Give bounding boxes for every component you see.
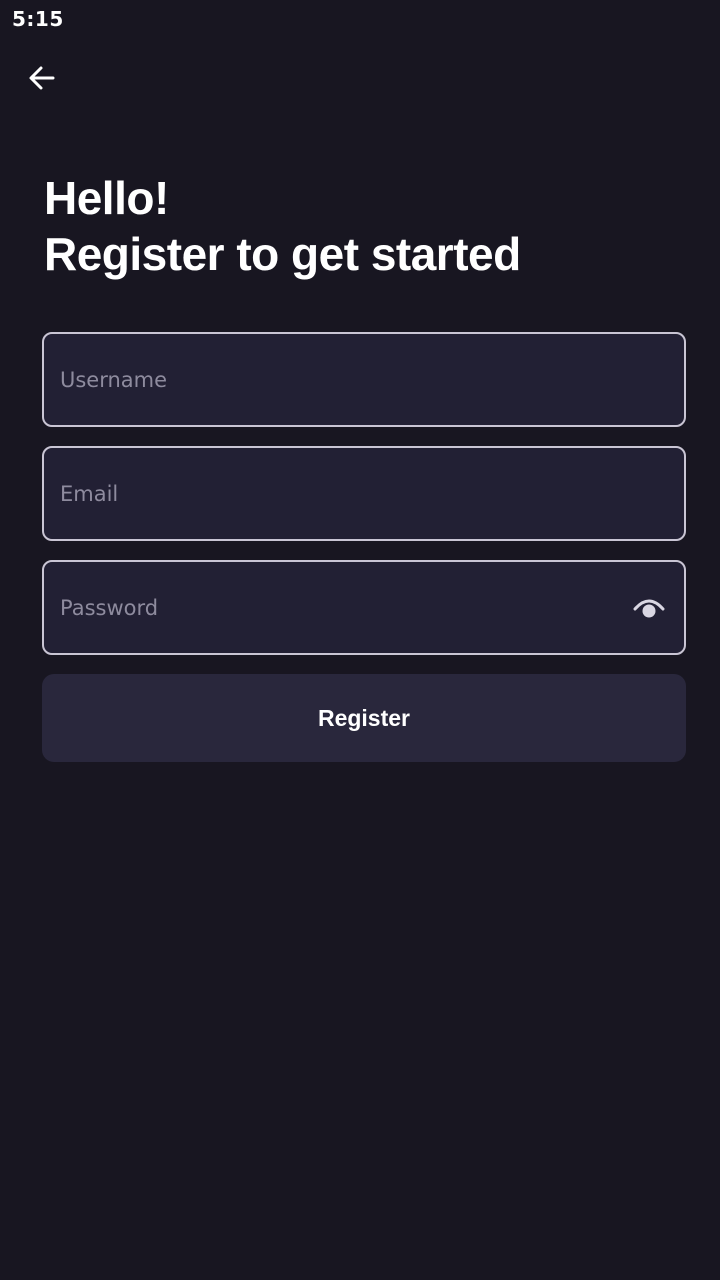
password-field[interactable] [42, 560, 686, 655]
username-field[interactable] [42, 332, 686, 427]
title-line-greeting: Hello! [44, 172, 169, 224]
password-visibility-toggle[interactable] [632, 592, 666, 622]
status-bar: 5:15 [0, 0, 720, 40]
register-button[interactable]: Register [42, 674, 686, 762]
email-input[interactable] [44, 448, 684, 539]
email-field[interactable] [42, 446, 686, 541]
title-line-subtitle: Register to get started [44, 228, 521, 280]
arrow-left-icon [29, 66, 55, 90]
back-button[interactable] [22, 58, 62, 98]
status-time: 5:15 [12, 7, 64, 31]
password-input[interactable] [44, 562, 684, 653]
username-input[interactable] [44, 334, 684, 425]
page-title: Hello! Register to get started [44, 170, 684, 282]
eye-icon [633, 599, 665, 618]
